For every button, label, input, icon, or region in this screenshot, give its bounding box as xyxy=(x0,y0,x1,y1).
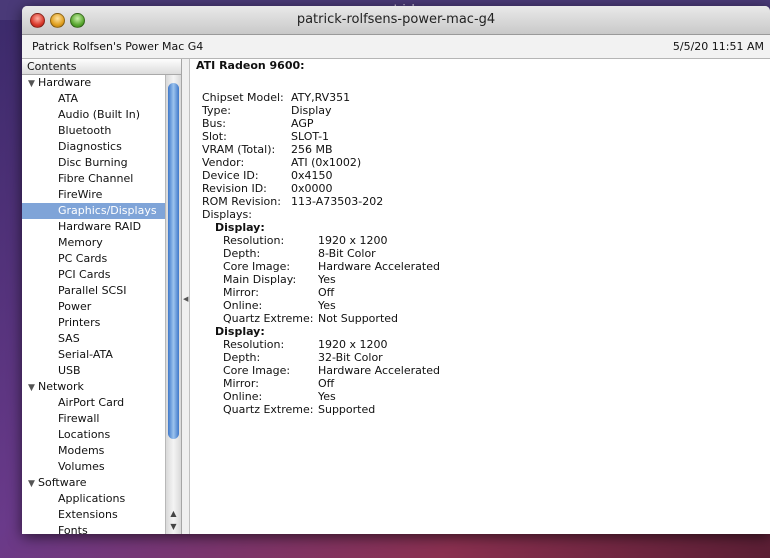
display-2-quartz-extreme-value: Supported xyxy=(318,403,376,416)
window-title: patrick-rolfsens-power-mac-g4 xyxy=(296,12,496,27)
sidebar-item-ata[interactable]: ATA xyxy=(22,91,181,107)
sidebar-group-label: Network xyxy=(38,380,84,393)
property-type-label: Type: xyxy=(202,104,231,117)
display-1-depth-label: Depth: xyxy=(223,247,261,260)
property-slot-value: SLOT-1 xyxy=(291,130,330,143)
property-vram-total-value: 256 MB xyxy=(291,143,333,156)
display-2-mirror-value: Off xyxy=(318,377,335,390)
property-device-id-value: 0x4150 xyxy=(291,169,333,182)
display-1-online-value: Yes xyxy=(318,299,336,312)
display-2-online-value: Yes xyxy=(318,390,336,403)
display-1-quartz-extreme-value: Not Supported xyxy=(318,312,399,325)
property-rom-revision-label: ROM Revision: xyxy=(202,195,281,208)
display-2-core-image-label: Core Image: xyxy=(223,364,291,377)
display-2-depth-label: Depth: xyxy=(223,351,261,364)
property-vendor-label: Vendor: xyxy=(202,156,245,169)
display-section-label: Display: xyxy=(215,221,265,234)
system-profiler-window: patrick-rolfsens-power-mac-g4 Patrick Ro… xyxy=(22,6,770,534)
display-1-resolution-value: 1920 x 1200 xyxy=(318,234,388,247)
property-type-value: Display xyxy=(291,104,332,117)
property-vram-total-label: VRAM (Total): xyxy=(202,143,276,156)
sidebar-item-fonts[interactable]: Fonts xyxy=(22,523,181,534)
detail-pane: ATI Radeon 9600: Chipset Model: ATY,RV351… xyxy=(190,59,770,534)
disclosure-triangle-icon[interactable]: ▼ xyxy=(28,476,38,492)
sidebar-group-label: Hardware xyxy=(38,76,92,89)
sidebar-item-hardware-raid[interactable]: Hardware RAID xyxy=(22,219,181,235)
display-2-resolution-value: 1920 x 1200 xyxy=(318,338,388,351)
display-1-mirror-value: Off xyxy=(318,286,335,299)
disclosure-triangle-icon[interactable]: ▼ xyxy=(28,76,38,92)
sidebar-item-locations[interactable]: Locations xyxy=(22,427,181,443)
display-1-quartz-extreme-label: Quartz Extreme: xyxy=(223,312,314,325)
sidebar-item-memory[interactable]: Memory xyxy=(22,235,181,251)
display-1-core-image-value: Hardware Accelerated xyxy=(318,260,440,273)
sidebar-item-applications[interactable]: Applications xyxy=(22,491,181,507)
property-chipset-model-label: Chipset Model: xyxy=(202,91,284,104)
property-chipset-model-value: ATY,RV351 xyxy=(291,91,351,104)
contents-column-header[interactable]: Contents xyxy=(22,59,181,75)
display-1-resolution-label: Resolution: xyxy=(223,234,285,247)
sidebar-item-modems[interactable]: Modems xyxy=(22,443,181,459)
sidebar-item-usb[interactable]: USB xyxy=(22,363,181,379)
display-2-core-image-value: Hardware Accelerated xyxy=(318,364,440,377)
scroll-up-arrow-icon[interactable]: ▲ xyxy=(166,507,181,520)
report-datetime: 5/5/20 11:51 AM xyxy=(672,40,764,53)
display-1-main-display-value: Yes xyxy=(318,273,336,286)
sidebar-item-fibre-channel[interactable]: Fibre Channel xyxy=(22,171,181,187)
display-2-mirror-label: Mirror: xyxy=(223,377,259,390)
contents-list: ▼ Hardware ATA Audio (Built In) Bluetooth Dia… xyxy=(22,75,181,534)
displays-label: Displays: xyxy=(202,208,252,221)
sidebar-item-parallel-scsi[interactable]: Parallel SCSI xyxy=(22,283,181,299)
sidebar-item-serial-ata[interactable]: Serial-ATA xyxy=(22,347,181,363)
property-slot-label: Slot: xyxy=(202,130,227,143)
display-2-resolution-label: Resolution: xyxy=(223,338,285,351)
display-1-mirror-label: Mirror: xyxy=(223,286,259,299)
sidebar-item-firewire[interactable]: FireWire xyxy=(22,187,181,203)
sidebar-group-network[interactable]: ▼ Network xyxy=(22,379,181,395)
sidebar-item-power[interactable]: Power xyxy=(22,299,181,315)
display-1-core-image-label: Core Image: xyxy=(223,260,291,273)
divider-grip-icon: ◀ xyxy=(183,295,189,303)
sidebar-item-firewall[interactable]: Firewall xyxy=(22,411,181,427)
sidebar-item-pc-cards[interactable]: PC Cards xyxy=(22,251,181,267)
sidebar-item-sas[interactable]: SAS xyxy=(22,331,181,347)
sidebar-item-volumes[interactable]: Volumes xyxy=(22,459,181,475)
property-vendor-value: ATI (0x1002) xyxy=(291,156,362,169)
sidebar-item-pci-cards[interactable]: PCI Cards xyxy=(22,267,181,283)
info-bar: Patrick Rolfsen's Power Mac G4 5/5/20 11… xyxy=(22,35,770,59)
sidebar-group-hardware[interactable]: ▼ Hardware xyxy=(22,75,181,91)
disclosure-triangle-icon[interactable]: ▼ xyxy=(28,380,38,396)
property-revision-id-value: 0x0000 xyxy=(291,182,333,195)
property-rom-revision-value: 113-A73503-202 xyxy=(291,195,384,208)
title-bar[interactable]: patrick-rolfsens-power-mac-g4 xyxy=(22,6,770,35)
display-1-online-label: Online: xyxy=(223,299,263,312)
property-bus-label: Bus: xyxy=(202,117,226,130)
property-device-id-label: Device ID: xyxy=(202,169,259,182)
sidebar-item-extensions[interactable]: Extensions xyxy=(22,507,181,523)
sidebar-item-audio-built-in[interactable]: Audio (Built In) xyxy=(22,107,181,123)
sidebar-item-graphics-displays[interactable]: Graphics/Displays xyxy=(22,203,181,219)
sidebar-item-airport-card[interactable]: AirPort Card xyxy=(22,395,181,411)
property-revision-id-label: Revision ID: xyxy=(202,182,267,195)
display-2-quartz-extreme-label: Quartz Extreme: xyxy=(223,403,314,416)
sidebar-item-disc-burning[interactable]: Disc Burning xyxy=(22,155,181,171)
sidebar-scrollbar[interactable]: ▲ ▼ xyxy=(165,75,181,534)
computer-name: Patrick Rolfsen's Power Mac G4 xyxy=(32,40,204,53)
device-title: ATI Radeon 9600: xyxy=(196,59,305,72)
split-view-divider[interactable]: ◀ xyxy=(182,59,190,534)
display-2-depth-value: 32-Bit Color xyxy=(318,351,383,364)
contents-sidebar: Contents ▼ Hardware ATA Audio (Built In) Blu… xyxy=(22,59,182,534)
display-1-main-display-label: Main Display: xyxy=(223,273,297,286)
property-bus-value: AGP xyxy=(291,117,314,130)
scroll-down-arrow-icon[interactable]: ▼ xyxy=(166,520,181,533)
display-section-label: Display: xyxy=(215,325,265,338)
display-2-online-label: Online: xyxy=(223,390,263,403)
sidebar-group-software[interactable]: ▼ Software xyxy=(22,475,181,491)
sidebar-group-label: Software xyxy=(38,476,87,489)
display-1-depth-value: 8-Bit Color xyxy=(318,247,376,260)
sidebar-item-printers[interactable]: Printers xyxy=(22,315,181,331)
scrollbar-thumb[interactable] xyxy=(168,83,179,439)
sidebar-item-bluetooth[interactable]: Bluetooth xyxy=(22,123,181,139)
sidebar-item-diagnostics[interactable]: Diagnostics xyxy=(22,139,181,155)
